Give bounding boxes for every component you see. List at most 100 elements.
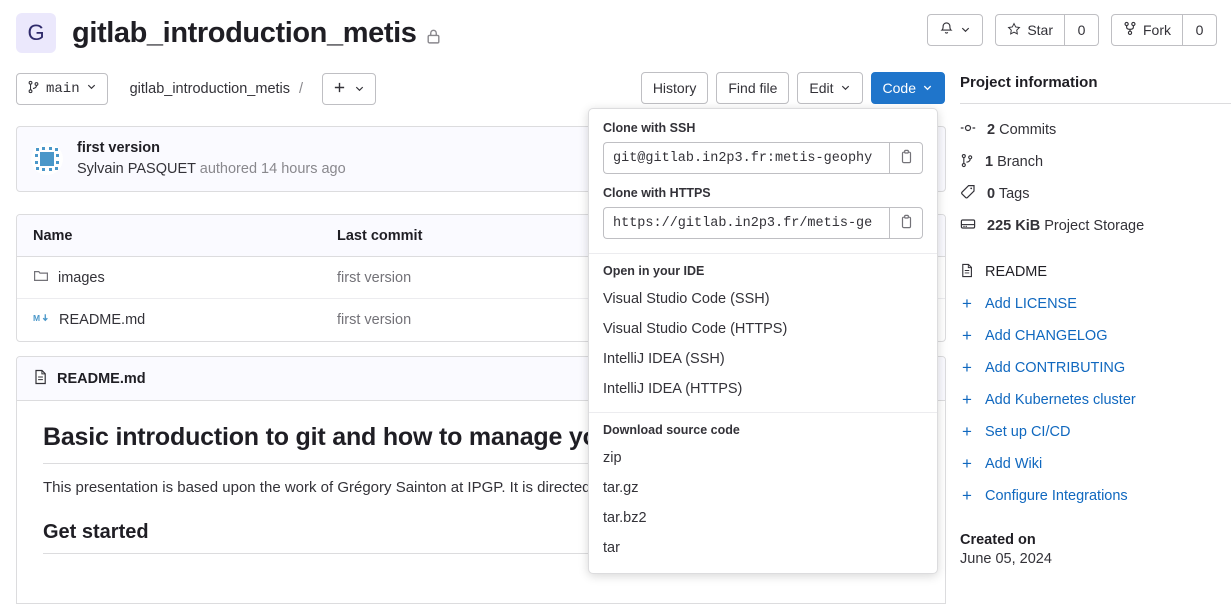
clone-ssh-input[interactable]: git@gitlab.in2p3.fr:metis-geophy: [603, 142, 889, 174]
commit-author[interactable]: Sylvain PASQUET: [77, 161, 196, 177]
sidebar-stat-label: 1 Branch: [985, 154, 1044, 170]
project-avatar-letter: G: [27, 20, 45, 45]
star-button-group: Star 0: [995, 14, 1099, 46]
document-icon: [33, 369, 48, 389]
star-button[interactable]: Star: [995, 14, 1065, 46]
fork-count[interactable]: 0: [1183, 14, 1217, 46]
file-name-link[interactable]: images: [58, 270, 105, 286]
commit-timestamp: authored 14 hours ago: [199, 161, 346, 177]
readme-header-label[interactable]: README.md: [57, 371, 146, 387]
sidebar-link-add-changelog[interactable]: + Add CHANGELOG: [960, 320, 1231, 352]
star-icon: [1007, 21, 1021, 39]
code-button[interactable]: Code: [870, 72, 945, 104]
breadcrumb: gitlab_introduction_metis /: [130, 81, 308, 97]
commit-title[interactable]: first version: [77, 138, 346, 159]
file-name-cell: images: [17, 268, 337, 288]
ide-item-vscode-https[interactable]: Visual Studio Code (HTTPS): [589, 314, 937, 344]
copy-icon: [899, 214, 914, 233]
chevron-down-icon: [354, 81, 365, 97]
sidebar-stat-branches[interactable]: 1 Branch: [960, 146, 1231, 178]
avatar: [31, 143, 63, 175]
fork-label: Fork: [1143, 22, 1171, 38]
project-avatar: G: [16, 13, 56, 53]
edit-button[interactable]: Edit: [797, 72, 863, 104]
plus-icon: +: [962, 422, 972, 441]
clone-https-input[interactable]: https://gitlab.in2p3.fr/metis-ge: [603, 207, 889, 239]
sidebar-stat-commits[interactable]: 2 Commits: [960, 114, 1231, 146]
sidebar-stat-label: 2 Commits: [987, 122, 1057, 138]
chevron-down-icon: [86, 81, 97, 97]
plus-icon: +: [962, 294, 972, 313]
find-file-button[interactable]: Find file: [716, 72, 790, 104]
tag-icon: [960, 184, 976, 204]
header-actions: Star 0 Fork 0: [927, 14, 1217, 46]
project-information-sidebar: Project information 2 Commits 1 Branch 0…: [960, 66, 1231, 567]
commit-meta: Sylvain PASQUET authored 14 hours ago: [77, 159, 346, 180]
branch-icon: [960, 153, 974, 172]
clone-https-label: Clone with HTTPS: [603, 186, 711, 200]
open-in-ide-section: Open in your IDE Visual Studio Code (SSH…: [589, 254, 937, 413]
clone-section: Clone with SSH git@gitlab.in2p3.fr:metis…: [589, 109, 937, 254]
file-name-cell: M README.md: [17, 312, 337, 328]
markdown-icon: M: [33, 312, 50, 328]
sidebar-link-label: Add Kubernetes cluster: [985, 392, 1136, 408]
breadcrumb-root[interactable]: gitlab_introduction_metis: [130, 81, 290, 97]
download-item-targz[interactable]: tar.gz: [589, 473, 937, 503]
fork-button[interactable]: Fork: [1111, 14, 1183, 46]
sidebar-link-label: Configure Integrations: [985, 488, 1128, 504]
page-title: gitlab_introduction_metis: [72, 16, 417, 49]
chevron-down-icon: [922, 80, 933, 96]
star-label: Star: [1027, 22, 1053, 38]
sidebar-stat-storage[interactable]: 225 KiB Project Storage: [960, 210, 1231, 242]
download-source-code-section: Download source code zip tar.gz tar.bz2 …: [589, 413, 937, 573]
ide-item-intellij-https[interactable]: IntelliJ IDEA (HTTPS): [589, 374, 937, 404]
plus-icon: +: [962, 390, 972, 409]
created-on-label: Created on: [960, 532, 1036, 548]
sidebar-divider: [960, 103, 1231, 104]
sidebar-title: Project information: [960, 74, 1098, 91]
column-header-name: Name: [33, 227, 73, 244]
clone-ssh-field: git@gitlab.in2p3.fr:metis-geophy: [603, 142, 923, 174]
copy-ssh-button[interactable]: [889, 142, 923, 174]
fork-button-group: Fork 0: [1111, 14, 1217, 46]
repo-action-buttons: History Find file Edit Code: [640, 72, 945, 104]
sidebar-stat-tags[interactable]: 0 Tags: [960, 178, 1231, 210]
file-name-link[interactable]: README.md: [59, 312, 145, 328]
sidebar-link-label: Add CHANGELOG: [985, 328, 1108, 344]
star-count[interactable]: 0: [1065, 14, 1099, 46]
ide-item-intellij-ssh[interactable]: IntelliJ IDEA (SSH): [589, 344, 937, 374]
storage-icon: [960, 217, 976, 235]
notification-button[interactable]: [927, 14, 984, 46]
lock-icon: [426, 28, 441, 45]
sidebar-link-add-wiki[interactable]: + Add Wiki: [960, 448, 1231, 480]
chevron-down-icon: [960, 22, 971, 38]
bell-icon: [939, 21, 954, 39]
plus-icon: +: [962, 454, 972, 473]
sidebar-link-configure-integrations[interactable]: + Configure Integrations: [960, 480, 1231, 512]
download-item-tarbz2[interactable]: tar.bz2: [589, 503, 937, 533]
sidebar-link-label: Add CONTRIBUTING: [985, 360, 1126, 376]
download-item-zip[interactable]: zip: [589, 443, 937, 473]
folder-icon: [33, 268, 49, 288]
gitlab-project-page: G gitlab_introduction_metis Star 0 Fork …: [0, 0, 1231, 604]
breadcrumb-separator: /: [299, 81, 304, 97]
plus-icon: [333, 81, 346, 97]
sidebar-link-label: Add Wiki: [985, 456, 1043, 472]
sidebar-link-add-contributing[interactable]: + Add CONTRIBUTING: [960, 352, 1231, 384]
clone-ssh-label: Clone with SSH: [603, 121, 696, 135]
ide-item-vscode-ssh[interactable]: Visual Studio Code (SSH): [589, 284, 937, 314]
plus-icon: +: [962, 486, 972, 505]
sidebar-link-label: Set up CI/CD: [985, 424, 1071, 440]
history-button[interactable]: History: [640, 72, 709, 104]
sidebar-link-readme[interactable]: README: [960, 256, 1231, 288]
commit-icon: [960, 120, 976, 140]
sidebar-link-set-up-cicd[interactable]: + Set up CI/CD: [960, 416, 1231, 448]
branch-selector[interactable]: main: [16, 73, 108, 105]
add-to-tree-button[interactable]: [322, 73, 377, 105]
branch-icon: [27, 80, 40, 99]
sidebar-link-add-kubernetes-cluster[interactable]: + Add Kubernetes cluster: [960, 384, 1231, 416]
download-item-tar[interactable]: tar: [589, 533, 937, 563]
copy-https-button[interactable]: [889, 207, 923, 239]
sidebar-link-add-license[interactable]: + Add LICENSE: [960, 288, 1231, 320]
sidebar-links: README + Add LICENSE + Add CHANGELOG + A…: [960, 256, 1231, 512]
